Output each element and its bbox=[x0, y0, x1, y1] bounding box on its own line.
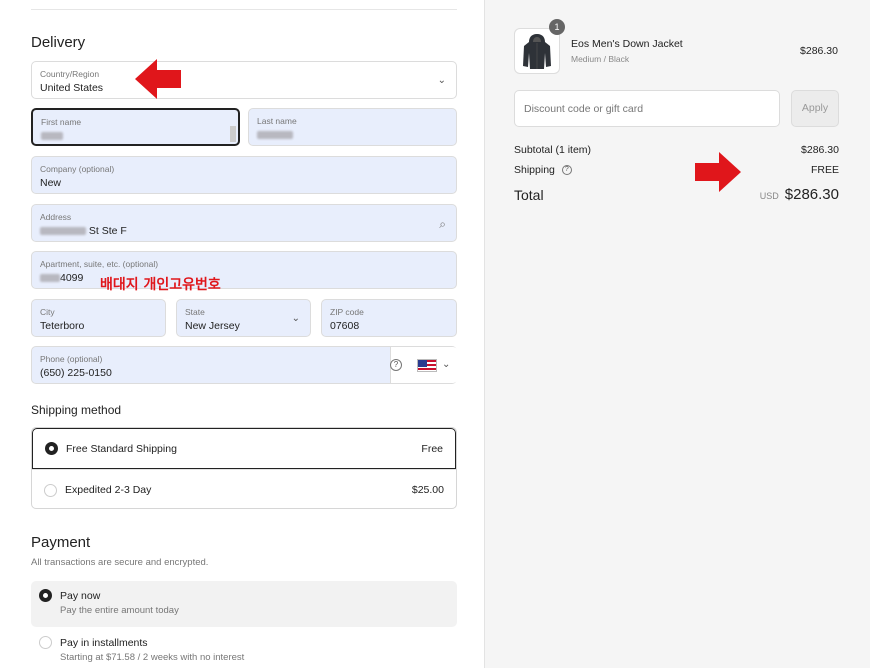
radio-selected-icon[interactable] bbox=[39, 589, 52, 602]
order-summary-panel: 1 Eos Men's Down Jacket Medium / Black $… bbox=[484, 0, 870, 668]
city-label: City bbox=[40, 307, 55, 317]
total-row: Total USD $286.30 bbox=[514, 186, 839, 203]
company-label: Company (optional) bbox=[40, 164, 115, 174]
shipping-option-name: Expedited 2-3 Day bbox=[65, 484, 152, 496]
shipping-label: Shipping bbox=[514, 164, 555, 176]
first-name-label: First name bbox=[41, 117, 82, 127]
address-value-wrap: St Ste F bbox=[40, 225, 127, 237]
apply-button[interactable]: Apply bbox=[791, 90, 839, 127]
radio-icon[interactable] bbox=[39, 636, 52, 649]
phone-field[interactable]: Phone (optional) (650) 225-0150 ? ⌄ bbox=[31, 346, 458, 384]
company-value: New bbox=[40, 177, 62, 189]
address-redacted bbox=[40, 227, 86, 236]
autofill-marker bbox=[230, 126, 236, 142]
shipping-option-price: Free bbox=[421, 443, 443, 455]
total-currency: USD bbox=[759, 191, 779, 201]
last-name-label: Last name bbox=[257, 116, 297, 126]
red-arrow-right-icon bbox=[695, 152, 741, 192]
payment-option-installments[interactable]: Pay in installments Starting at $71.58 /… bbox=[31, 628, 457, 668]
last-name-redacted bbox=[257, 129, 293, 141]
product-thumbnail bbox=[514, 28, 560, 74]
shipping-options: Free Standard Shipping Free Expedited 2-… bbox=[31, 427, 457, 509]
last-name-field[interactable]: Last name bbox=[248, 108, 457, 146]
product-name: Eos Men's Down Jacket bbox=[571, 38, 683, 50]
apartment-value: 4099 bbox=[60, 272, 84, 284]
discount-input[interactable]: Discount code or gift card bbox=[514, 90, 780, 127]
country-value: United States bbox=[40, 82, 104, 94]
phone-label: Phone (optional) bbox=[40, 354, 103, 364]
product-variant: Medium / Black bbox=[571, 54, 630, 64]
total-amount-wrap: USD $286.30 bbox=[760, 186, 839, 203]
radio-selected-icon[interactable] bbox=[45, 442, 58, 455]
help-icon[interactable]: ? bbox=[390, 359, 402, 371]
chevron-down-icon: ⌄ bbox=[442, 359, 451, 370]
city-value: Teterboro bbox=[40, 320, 85, 332]
radio-icon[interactable] bbox=[44, 484, 57, 497]
address-value: St Ste F bbox=[88, 225, 127, 237]
country-select[interactable]: Country/Region United States ⌄ bbox=[31, 61, 457, 99]
zip-value: 07608 bbox=[330, 320, 360, 332]
first-name-field[interactable]: First name bbox=[31, 108, 240, 146]
payment-heading: Payment bbox=[31, 534, 91, 551]
state-label: State bbox=[185, 307, 205, 317]
apartment-label: Apartment, suite, etc. (optional) bbox=[40, 259, 159, 269]
search-icon: ⌕ bbox=[439, 217, 446, 231]
us-flag-icon[interactable] bbox=[417, 359, 437, 372]
shipping-option-expedited[interactable]: Expedited 2-3 Day $25.00 bbox=[32, 469, 456, 508]
payment-option-title: Pay now bbox=[60, 590, 101, 602]
payment-option-desc: Starting at $71.58 / 2 weeks with no int… bbox=[60, 652, 245, 663]
payment-option-pay-now[interactable]: Pay now Pay the entire amount today bbox=[31, 581, 457, 627]
delivery-heading: Delivery bbox=[31, 34, 86, 51]
total-value: $286.30 bbox=[784, 186, 839, 203]
divider bbox=[31, 9, 457, 10]
apartment-value-wrap: 4099 bbox=[40, 272, 83, 284]
shipping-row: Shipping ? FREE bbox=[514, 164, 839, 176]
first-name-redacted bbox=[41, 130, 63, 142]
company-field[interactable]: Company (optional) New bbox=[31, 156, 457, 194]
chevron-down-icon: ⌄ bbox=[291, 313, 300, 324]
country-label: Country/Region bbox=[40, 69, 100, 79]
discount-placeholder: Discount code or gift card bbox=[524, 103, 644, 115]
state-select[interactable]: State New Jersey ⌄ bbox=[176, 299, 311, 337]
quantity-badge: 1 bbox=[549, 19, 565, 35]
payment-option-desc: Pay the entire amount today bbox=[60, 605, 179, 616]
jacket-image bbox=[523, 34, 551, 69]
flag-canton bbox=[418, 360, 427, 367]
red-arrow-left-icon bbox=[135, 59, 181, 99]
subtotal-value: $286.30 bbox=[801, 144, 839, 156]
apartment-redacted bbox=[40, 274, 60, 283]
phone-value: (650) 225-0150 bbox=[40, 367, 112, 379]
shipping-heading: Shipping method bbox=[31, 403, 122, 417]
shipping-option-name: Free Standard Shipping bbox=[66, 443, 177, 455]
address-label: Address bbox=[40, 212, 72, 222]
checkout-form-panel: Delivery Country/Region United States ⌄ … bbox=[0, 0, 484, 668]
shipping-option-standard[interactable]: Free Standard Shipping Free bbox=[32, 428, 456, 469]
payment-option-title: Pay in installments bbox=[60, 637, 148, 649]
state-value: New Jersey bbox=[185, 320, 240, 332]
chevron-down-icon: ⌄ bbox=[437, 75, 446, 86]
shipping-value: FREE bbox=[810, 164, 839, 176]
zip-label: ZIP code bbox=[330, 307, 364, 317]
apartment-field[interactable]: Apartment, suite, etc. (optional) 4099 bbox=[31, 251, 457, 289]
total-label: Total bbox=[514, 187, 544, 203]
payment-subtitle: All transactions are secure and encrypte… bbox=[31, 557, 209, 568]
info-icon[interactable]: ? bbox=[561, 165, 572, 176]
city-field[interactable]: City Teterboro bbox=[31, 299, 166, 337]
zip-field[interactable]: ZIP code 07608 bbox=[321, 299, 457, 337]
shipping-option-price: $25.00 bbox=[411, 484, 444, 496]
address-field[interactable]: Address St Ste F ⌕ bbox=[31, 204, 457, 242]
product-price: $286.30 bbox=[800, 45, 838, 57]
annotation-text: 배대지 개인고유번호 bbox=[100, 277, 221, 293]
subtotal-row: Subtotal (1 item) $286.30 bbox=[514, 144, 839, 156]
subtotal-label: Subtotal (1 item) bbox=[514, 144, 592, 156]
